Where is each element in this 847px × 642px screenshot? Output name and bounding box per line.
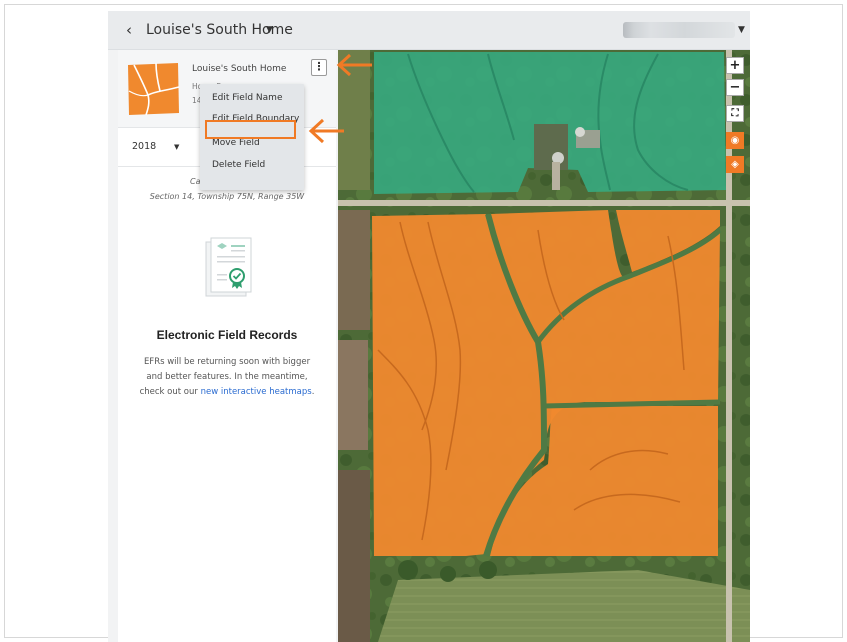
year-select[interactable]: 2018 <box>132 141 156 152</box>
efr-description: EFRs will be returning soon with bigger … <box>138 355 316 400</box>
field-location-line1: Ca <box>190 177 201 186</box>
fullscreen-icon[interactable]: ⛶ <box>726 105 744 122</box>
field-location-line2: Section 14, Township 75N, Range 35W <box>149 192 305 201</box>
menu-item-edit-field-boundary[interactable]: Edit Field Boundary <box>200 108 304 130</box>
back-chevron-icon[interactable]: ‹ <box>120 20 138 40</box>
menu-item-edit-field-name[interactable]: Edit Field Name <box>200 87 304 109</box>
map-canvas[interactable] <box>338 50 750 642</box>
screenshot-frame: ‹ Louise's South Home ▼ ▼ Louise's South… <box>0 0 847 642</box>
field-name: Louise's South Home <box>192 64 287 74</box>
menu-item-delete-field[interactable]: Delete Field <box>200 154 304 176</box>
zoom-out-button[interactable]: − <box>726 79 744 96</box>
menu-item-move-field[interactable]: Move Field <box>200 132 304 154</box>
layers-icon[interactable]: ◈ <box>726 156 744 173</box>
efr-description-end: . <box>311 387 315 397</box>
annotation-arrow-icon <box>336 53 372 77</box>
satellite-map[interactable] <box>338 50 750 642</box>
heatmaps-link[interactable]: new interactive heatmaps <box>201 387 312 397</box>
field-boundary-thumbnail <box>128 62 180 116</box>
annotation-arrow-icon <box>308 118 344 144</box>
account-name-blurred[interactable] <box>623 22 735 38</box>
globe-icon[interactable]: ◉ <box>726 132 744 149</box>
efr-heading: Electronic Field Records <box>156 328 298 342</box>
year-caret-down-icon[interactable]: ▼ <box>174 143 179 151</box>
field-options-menu: Edit Field Name Edit Field Boundary Move… <box>200 84 304 190</box>
field-records-certificate-icon <box>205 237 252 297</box>
caret-down-icon[interactable]: ▼ <box>266 23 273 37</box>
field-options-kebab-button[interactable]: ⋮ <box>311 59 327 76</box>
account-caret-down-icon[interactable]: ▼ <box>738 24 745 36</box>
top-bar: ‹ Louise's South Home ▼ ▼ <box>108 11 750 50</box>
zoom-in-button[interactable]: + <box>726 57 744 74</box>
